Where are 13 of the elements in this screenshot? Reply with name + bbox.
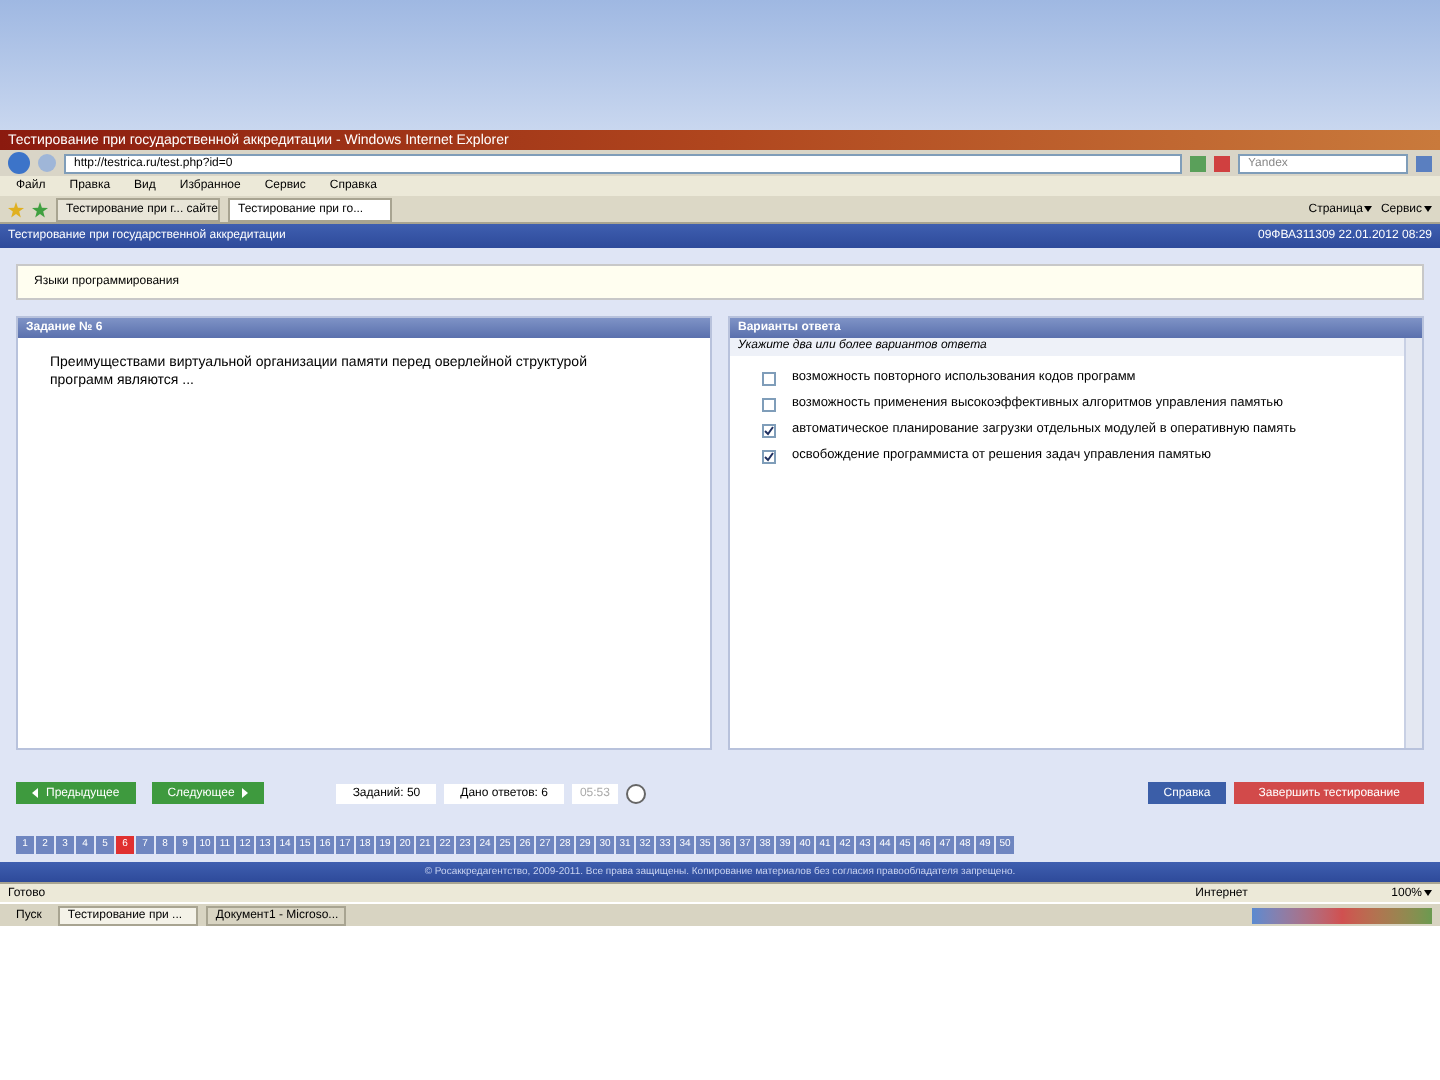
answer-checkbox[interactable] — [762, 450, 776, 464]
answer-checkbox[interactable] — [762, 398, 776, 412]
clock-icon — [625, 783, 646, 803]
right-arrow-icon — [242, 788, 249, 798]
favorites-star-icon[interactable] — [8, 201, 24, 217]
left-arrow-icon — [32, 788, 38, 798]
answer-checkbox[interactable] — [762, 372, 776, 386]
answer-checkbox[interactable] — [762, 424, 776, 438]
add-favorite-icon[interactable] — [32, 201, 48, 217]
dropdown-caret-icon — [1364, 206, 1373, 212]
dropdown-caret-icon — [1424, 890, 1432, 896]
dropdown-caret-icon — [1424, 206, 1432, 212]
scrollbar[interactable] — [1404, 338, 1422, 748]
